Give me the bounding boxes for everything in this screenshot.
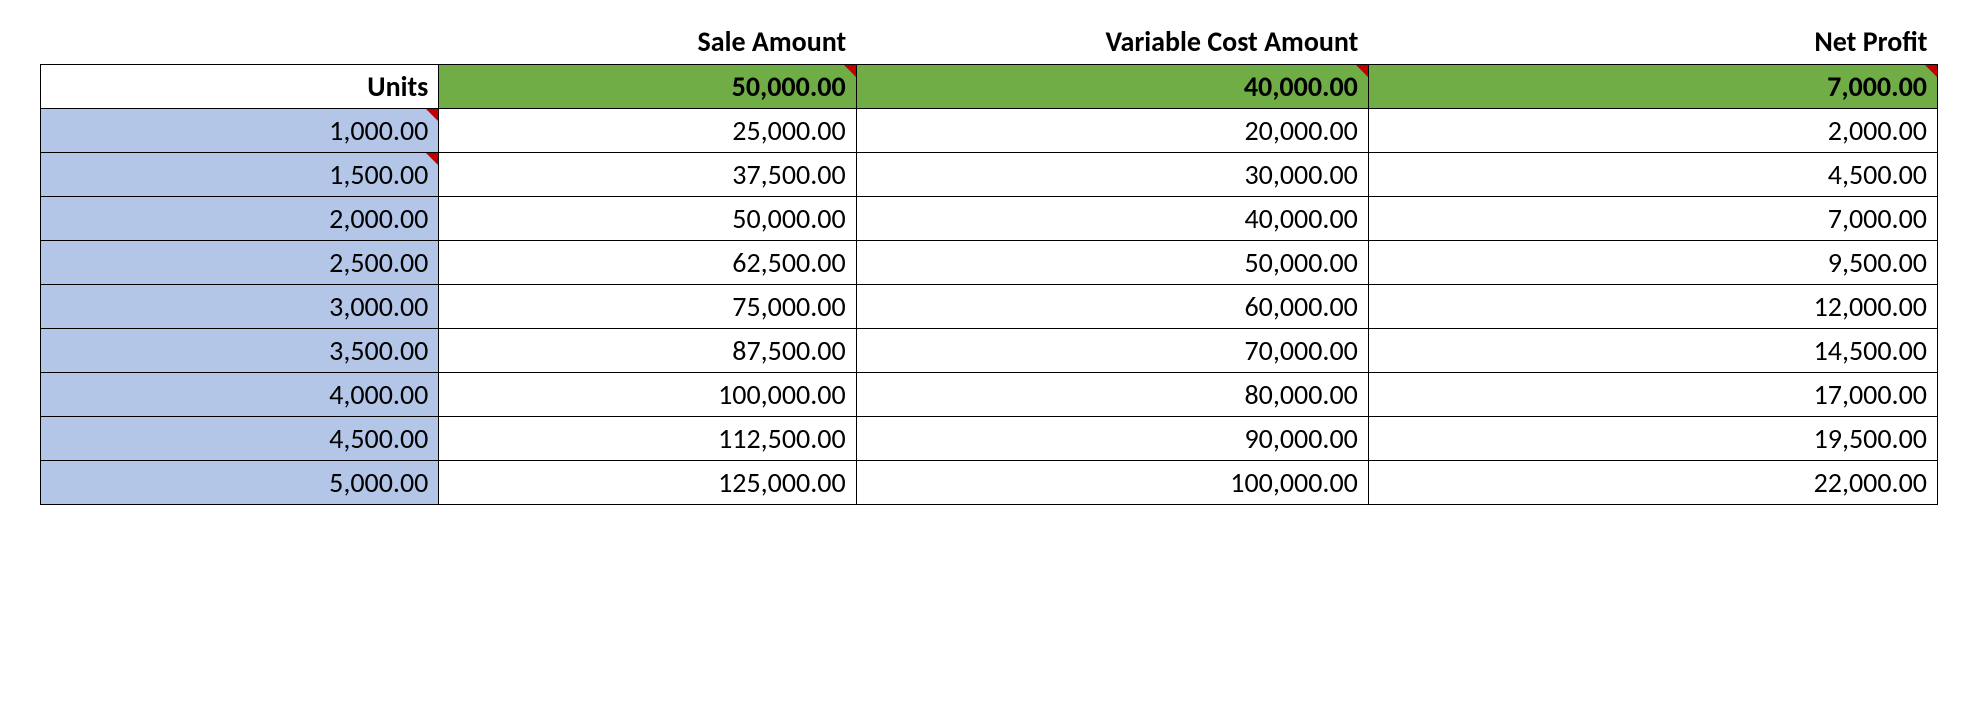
units-cell[interactable]: 2,000.00	[41, 196, 439, 240]
summary-variable-cost-cell[interactable]: 40,000.00	[856, 64, 1368, 108]
table-row: 4,500.00112,500.0090,000.0019,500.00	[41, 416, 1938, 460]
variable-cost-cell[interactable]: 40,000.00	[856, 196, 1368, 240]
net-profit-cell[interactable]: 22,000.00	[1368, 460, 1937, 504]
units-cell[interactable]: 5,000.00	[41, 460, 439, 504]
units-cell[interactable]: 3,000.00	[41, 284, 439, 328]
summary-row: Units 50,000.00 40,000.00 7,000.00	[41, 64, 1938, 108]
units-cell[interactable]: 4,500.00	[41, 416, 439, 460]
summary-net-profit-cell[interactable]: 7,000.00	[1368, 64, 1937, 108]
sale-cell[interactable]: 100,000.00	[439, 372, 856, 416]
data-table: Sale Amount Variable Cost Amount Net Pro…	[40, 20, 1938, 505]
variable-cost-cell[interactable]: 70,000.00	[856, 328, 1368, 372]
units-cell[interactable]: 2,500.00	[41, 240, 439, 284]
variable-cost-cell[interactable]: 50,000.00	[856, 240, 1368, 284]
sale-cell[interactable]: 87,500.00	[439, 328, 856, 372]
net-profit-cell[interactable]: 7,000.00	[1368, 196, 1937, 240]
header-sale: Sale Amount	[439, 20, 856, 64]
header-net-profit: Net Profit	[1368, 20, 1937, 64]
net-profit-cell[interactable]: 17,000.00	[1368, 372, 1937, 416]
table-row: 3,500.0087,500.0070,000.0014,500.00	[41, 328, 1938, 372]
table-row: 5,000.00125,000.00100,000.0022,000.00	[41, 460, 1938, 504]
net-profit-cell[interactable]: 14,500.00	[1368, 328, 1937, 372]
table-row: 2,000.0050,000.0040,000.007,000.00	[41, 196, 1938, 240]
table-row: 4,000.00100,000.0080,000.0017,000.00	[41, 372, 1938, 416]
header-variable-cost: Variable Cost Amount	[856, 20, 1368, 64]
net-profit-cell[interactable]: 12,000.00	[1368, 284, 1937, 328]
units-header-cell[interactable]: Units	[41, 64, 439, 108]
net-profit-cell[interactable]: 4,500.00	[1368, 152, 1937, 196]
header-blank	[41, 20, 439, 64]
units-cell[interactable]: 1,000.00	[41, 108, 439, 152]
summary-sale-cell[interactable]: 50,000.00	[439, 64, 856, 108]
sale-cell[interactable]: 50,000.00	[439, 196, 856, 240]
sale-cell[interactable]: 62,500.00	[439, 240, 856, 284]
net-profit-cell[interactable]: 19,500.00	[1368, 416, 1937, 460]
units-cell[interactable]: 4,000.00	[41, 372, 439, 416]
sale-cell[interactable]: 125,000.00	[439, 460, 856, 504]
units-cell[interactable]: 1,500.00	[41, 152, 439, 196]
table-row: 1,000.0025,000.0020,000.002,000.00	[41, 108, 1938, 152]
variable-cost-cell[interactable]: 100,000.00	[856, 460, 1368, 504]
net-profit-cell[interactable]: 2,000.00	[1368, 108, 1937, 152]
sale-cell[interactable]: 112,500.00	[439, 416, 856, 460]
variable-cost-cell[interactable]: 20,000.00	[856, 108, 1368, 152]
table-row: 1,500.0037,500.0030,000.004,500.00	[41, 152, 1938, 196]
variable-cost-cell[interactable]: 90,000.00	[856, 416, 1368, 460]
table-row: 3,000.0075,000.0060,000.0012,000.00	[41, 284, 1938, 328]
header-label-row: Sale Amount Variable Cost Amount Net Pro…	[41, 20, 1938, 64]
table-row: 2,500.0062,500.0050,000.009,500.00	[41, 240, 1938, 284]
variable-cost-cell[interactable]: 60,000.00	[856, 284, 1368, 328]
sale-cell[interactable]: 75,000.00	[439, 284, 856, 328]
variable-cost-cell[interactable]: 80,000.00	[856, 372, 1368, 416]
sale-cell[interactable]: 25,000.00	[439, 108, 856, 152]
net-profit-cell[interactable]: 9,500.00	[1368, 240, 1937, 284]
units-cell[interactable]: 3,500.00	[41, 328, 439, 372]
variable-cost-cell[interactable]: 30,000.00	[856, 152, 1368, 196]
sale-cell[interactable]: 37,500.00	[439, 152, 856, 196]
